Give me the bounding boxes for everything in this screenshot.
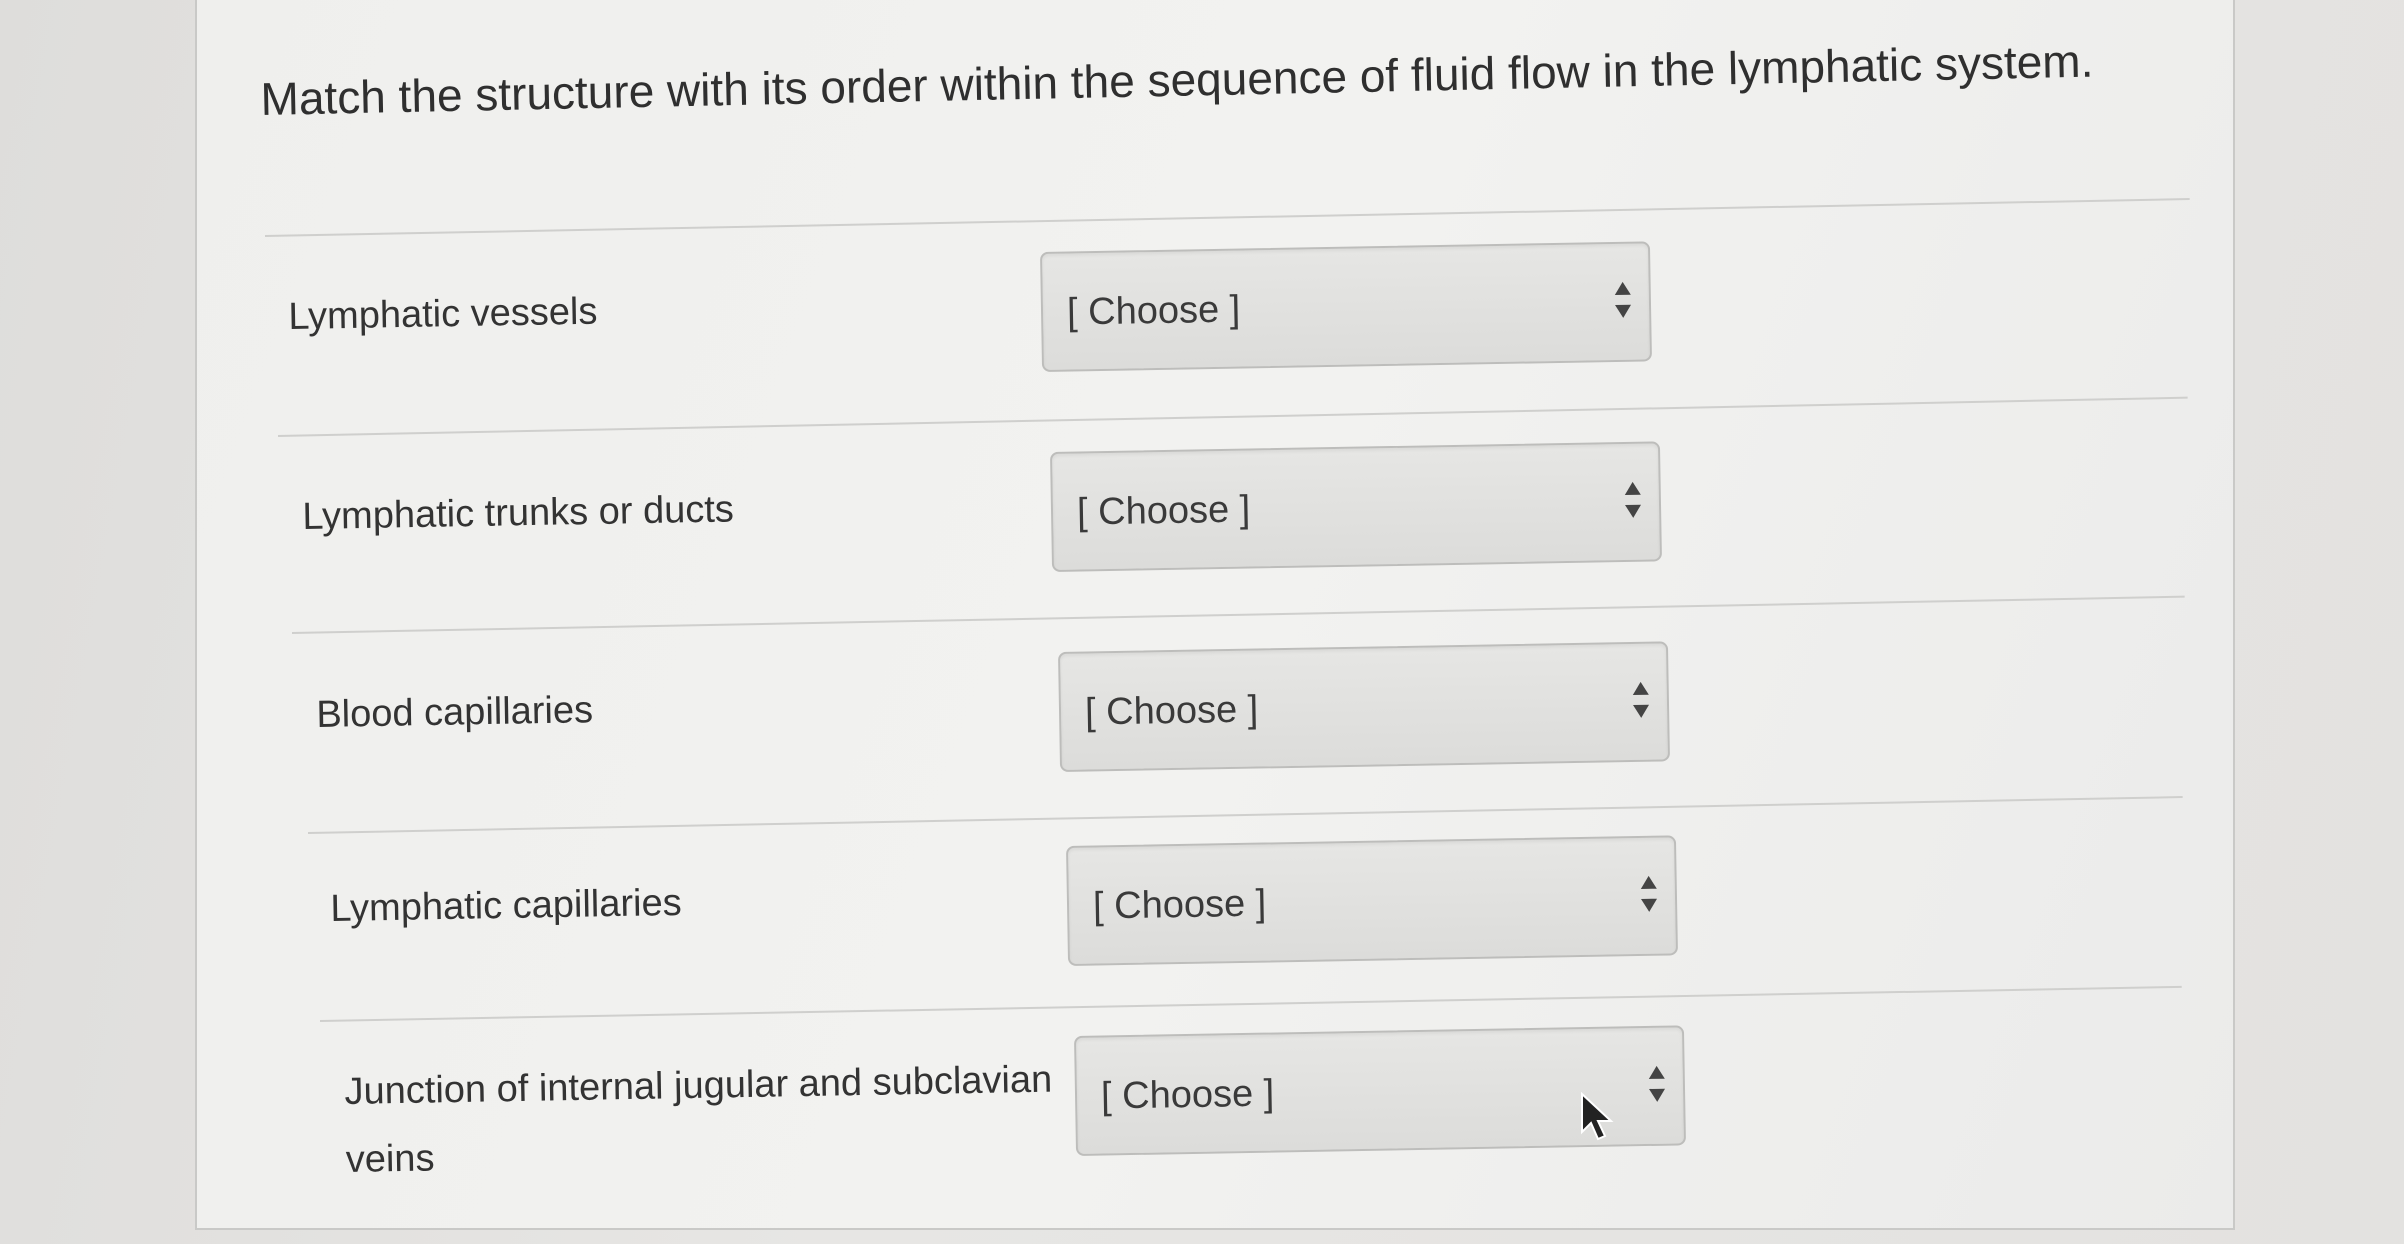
select-value: [ Choose ] — [1100, 1072, 1275, 1118]
row-label-lymphatic-vessels: Lymphatic vessels — [288, 290, 598, 338]
order-select-lymphatic-vessels[interactable]: [ Choose ] — [1040, 241, 1653, 372]
page: Match the structure with its order withi… — [0, 0, 2404, 1244]
sort-arrows-icon — [1614, 281, 1632, 318]
sort-arrows-icon — [1648, 1065, 1666, 1102]
row-label-lymphatic-capillaries: Lymphatic capillaries — [330, 881, 682, 930]
select-value: [ Choose ] — [1066, 288, 1241, 334]
select-value: [ Choose ] — [1092, 882, 1267, 928]
row-label-lymphatic-trunks-or-ducts: Lymphatic trunks or ducts — [302, 488, 735, 538]
order-select-lymphatic-trunks-or-ducts[interactable]: [ Choose ] — [1050, 441, 1663, 572]
row-label-junction-of-veins: Junction of internal jugular and subclav… — [344, 1058, 1053, 1181]
sort-arrows-icon — [1632, 681, 1650, 718]
mouse-pointer-icon — [1581, 1092, 1614, 1141]
order-select-blood-capillaries[interactable]: [ Choose ] — [1058, 641, 1671, 772]
sort-arrows-icon — [1624, 481, 1642, 518]
row-label-blood-capillaries: Blood capillaries — [316, 689, 594, 736]
sort-arrows-icon — [1640, 875, 1658, 912]
select-value: [ Choose ] — [1084, 688, 1259, 734]
order-select-lymphatic-capillaries[interactable]: [ Choose ] — [1066, 835, 1679, 966]
select-value: [ Choose ] — [1076, 488, 1251, 534]
